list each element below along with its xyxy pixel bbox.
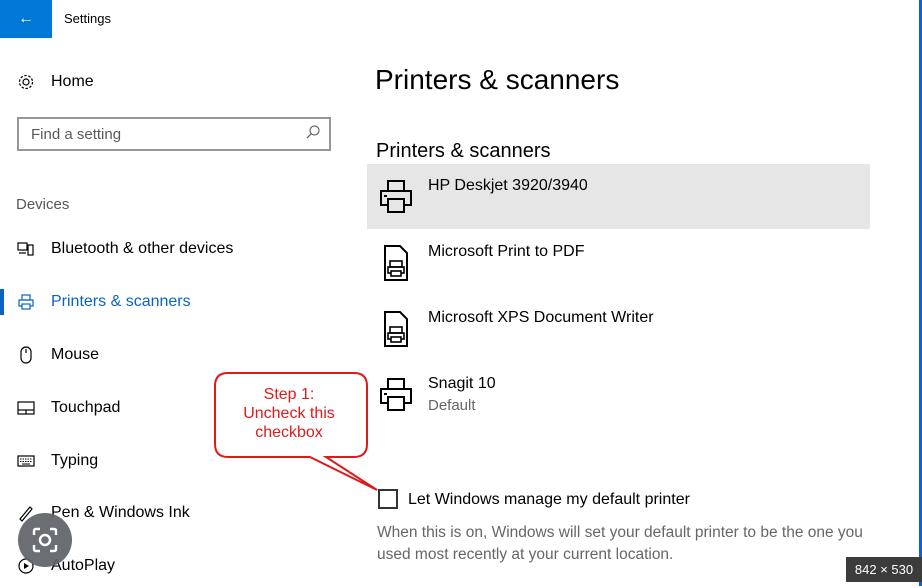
- document-printer-icon: [384, 245, 408, 281]
- nav-home[interactable]: Home: [0, 60, 340, 104]
- sidebar-item-printers[interactable]: Printers & scanners: [0, 280, 340, 324]
- printer-icon: [16, 292, 36, 312]
- title-bar: ← Settings: [0, 0, 922, 38]
- sidebar-item-label: Touchpad: [51, 399, 121, 416]
- callout-line: Uncheck this: [243, 405, 335, 422]
- printer-item-print-to-pdf[interactable]: Microsoft Print to PDF: [367, 230, 870, 295]
- printer-name: Microsoft XPS Document Writer: [428, 309, 654, 326]
- back-button[interactable]: ←: [0, 0, 52, 38]
- sidebar-item-label: Pen & Windows Ink: [51, 504, 190, 521]
- bluetooth-devices-icon: [16, 239, 36, 259]
- section-heading-devices: Devices: [16, 196, 70, 213]
- nav-home-label: Home: [51, 73, 94, 90]
- callout-line: Step 1:: [263, 386, 315, 403]
- printer-status-default: Default: [428, 397, 476, 414]
- printer-item-snagit[interactable]: Snagit 10 Default: [367, 362, 870, 427]
- page-title: Printers & scanners: [375, 64, 620, 95]
- sidebar-item-label: Typing: [51, 452, 99, 469]
- sidebar-item-label: Printers & scanners: [51, 293, 191, 310]
- app-title: Settings: [64, 11, 111, 26]
- gear-icon: [16, 72, 36, 92]
- touchpad-icon: [16, 398, 36, 418]
- printer-name: Microsoft Print to PDF: [428, 243, 585, 260]
- printer-item-hp-deskjet[interactable]: HP Deskjet 3920/3940: [367, 164, 870, 229]
- keyboard-icon: [16, 451, 36, 471]
- callout-line: checkbox: [255, 424, 323, 441]
- arrow-left-icon: ←: [18, 10, 34, 27]
- mouse-icon: [16, 345, 36, 365]
- callout-text: Step 1: Uncheck this checkbox: [214, 385, 364, 442]
- printer-name: Snagit 10: [428, 375, 496, 392]
- default-printer-description: When this is on, Windows will set your d…: [377, 524, 863, 563]
- search-input[interactable]: [29, 125, 293, 144]
- document-printer-icon: [384, 311, 408, 347]
- default-printer-checkbox[interactable]: [378, 489, 398, 509]
- printer-icon: [380, 180, 412, 213]
- sidebar-item-label: Mouse: [51, 346, 100, 363]
- search-field[interactable]: [17, 117, 331, 151]
- printer-item-xps-writer[interactable]: Microsoft XPS Document Writer: [367, 296, 870, 361]
- section-subheading: Printers & scanners: [376, 140, 551, 162]
- printer-name: HP Deskjet 3920/3940: [428, 177, 588, 194]
- default-printer-checkbox-label[interactable]: Let Windows manage my default printer: [408, 491, 690, 509]
- sidebar-item-mouse[interactable]: Mouse: [0, 333, 340, 377]
- lens-icon[interactable]: [18, 513, 72, 567]
- sidebar-item-bluetooth[interactable]: Bluetooth & other devices: [0, 227, 340, 271]
- image-size-badge: 842 × 530: [846, 557, 922, 582]
- sidebar-item-label: Bluetooth & other devices: [51, 240, 234, 257]
- search-icon: [306, 125, 320, 139]
